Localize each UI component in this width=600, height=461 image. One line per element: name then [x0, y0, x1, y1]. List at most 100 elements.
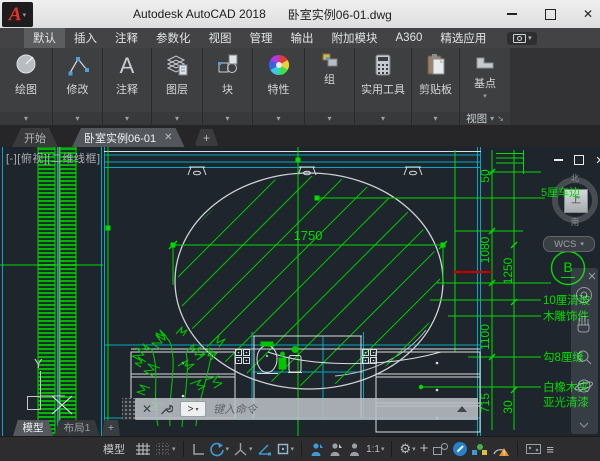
ribbon-tab-addins[interactable]: 附加模块 — [323, 28, 387, 48]
model-tab[interactable]: 模型 — [13, 420, 53, 436]
performance-landscape-icon — [471, 442, 488, 456]
ribbon-tab-parametric[interactable]: 参数化 — [147, 28, 200, 48]
chevron-down-icon: ▾ — [381, 445, 385, 453]
new-drawing-tab-button[interactable]: + — [195, 129, 219, 146]
panel-expander[interactable]: ▾ — [203, 112, 252, 125]
recent-commands-button[interactable]: > ▾ — [180, 401, 206, 417]
draw-button[interactable]: 绘图 — [13, 48, 39, 112]
clipboard-button[interactable]: 剪贴板 — [419, 48, 452, 112]
close-button[interactable]: ✕ — [580, 6, 596, 22]
command-line-bar[interactable]: ✕ > ▾ 键入命令 — [135, 398, 478, 420]
panel-group: 组 ▾ — [305, 48, 355, 125]
minimize-button[interactable] — [504, 6, 520, 22]
object-snap-toggle[interactable]: ▾ — [276, 442, 295, 456]
maximize-button[interactable] — [542, 6, 558, 22]
workspace-switching-button[interactable]: ⚙ ▾ — [399, 441, 415, 457]
panel-modify: 修改 ▾ — [53, 48, 103, 125]
base-point-button[interactable]: 基点 ▾ — [473, 48, 497, 112]
utilities-button[interactable]: 实用工具 — [361, 48, 405, 112]
command-line[interactable]: ✕ > ▾ 键入命令 — [122, 398, 478, 420]
command-line-grip[interactable] — [122, 398, 135, 420]
panel-expander[interactable]: ▾ — [253, 112, 304, 125]
viewport-controls[interactable]: [-][俯视][二维线框] — [6, 150, 101, 166]
navigation-bar-icons — [571, 268, 598, 434]
view-panel-title-bar[interactable]: 视图 ▾ ↘ — [460, 112, 510, 125]
viewcube-south-label[interactable]: 南 — [571, 216, 580, 228]
annotation-visibility-toggle[interactable] — [309, 442, 324, 457]
app-menu-button[interactable]: A ▾ — [2, 2, 33, 27]
panel-expander[interactable]: ▾ — [412, 112, 459, 125]
ribbon-tab-annotate[interactable]: 注释 — [106, 28, 147, 48]
dimension-1750: 1750 — [169, 228, 447, 285]
hardware-acceleration-icon — [453, 442, 467, 456]
dialog-launcher-icon[interactable]: ↘ — [497, 114, 504, 123]
panel-expander[interactable]: ▾ — [53, 112, 102, 125]
annotate-button[interactable]: A 注释 — [114, 48, 140, 112]
isolate-objects-button[interactable] — [432, 442, 449, 456]
ribbon-tab-view[interactable]: 视图 — [200, 28, 241, 48]
snap-mode-toggle[interactable]: ▾ — [155, 442, 176, 456]
layout1-tab[interactable]: 布局1 — [54, 420, 100, 436]
properties-wheel-icon — [266, 51, 292, 79]
navigation-bar[interactable] — [571, 268, 598, 434]
close-icon[interactable]: ✕ — [142, 402, 152, 416]
viewcube[interactable]: 北 南 上 — [549, 174, 600, 226]
doc-minimize-button[interactable] — [552, 154, 564, 166]
new-layout-button[interactable]: + — [102, 420, 120, 436]
annotation-scale-button[interactable]: 1:1 ▾ — [366, 444, 384, 455]
modify-button[interactable]: 修改 — [65, 48, 91, 112]
panel-expander[interactable]: ▾ — [0, 112, 52, 125]
ribbon-tab-insert[interactable]: 插入 — [65, 28, 106, 48]
ceiling-spotlights — [188, 167, 422, 175]
zoom-icon — [578, 351, 591, 364]
ribbon-tab-a360[interactable]: A360 — [387, 28, 432, 48]
block-button[interactable]: 块 — [215, 48, 241, 112]
file-tab-document[interactable]: 卧室实例06-01 ✕ — [72, 128, 185, 147]
file-tab-start[interactable]: 开始 — [12, 128, 58, 147]
ortho-toggle[interactable] — [191, 442, 205, 456]
plus-icon: + — [420, 444, 429, 454]
ribbon-tab-manage[interactable]: 管理 — [241, 28, 282, 48]
graphics-performance-button[interactable] — [471, 442, 488, 456]
ribbon-tab-featured-apps[interactable]: 精选应用 — [431, 28, 495, 48]
draw-circle-icon — [13, 51, 39, 79]
clean-screen-button[interactable] — [525, 442, 542, 456]
hardware-acceleration-button[interactable] — [453, 442, 467, 456]
ribbon-tab-default[interactable]: 默认 — [24, 28, 65, 48]
ribbon-tab-output[interactable]: 输出 — [282, 28, 323, 48]
close-icon[interactable]: ✕ — [164, 132, 172, 143]
autoscale-annotations-toggle[interactable] — [328, 442, 343, 457]
gear-icon: ⚙ — [399, 441, 411, 457]
panel-expander[interactable]: ▾ — [152, 112, 202, 125]
isometric-drafting-toggle[interactable]: ▾ — [233, 442, 253, 456]
graphics-warning-button[interactable] — [492, 442, 510, 457]
group-button[interactable]: 组 — [321, 48, 339, 112]
doc-close-button[interactable]: ✕ — [594, 154, 600, 166]
panel-expander[interactable]: ▾ — [103, 112, 151, 125]
properties-button[interactable]: 特性 — [266, 48, 292, 112]
grid-display-toggle[interactable] — [135, 442, 151, 456]
annotation-scale-sync-toggle[interactable] — [347, 442, 362, 457]
panel-expander[interactable]: ▾ — [305, 112, 354, 125]
command-input-placeholder[interactable]: 键入命令 — [213, 401, 257, 417]
mirror-hatch — [0, 147, 600, 436]
object-snap-tracking-toggle[interactable] — [257, 442, 272, 456]
panel-expander[interactable]: ▾ — [355, 112, 411, 125]
pan-hand-icon — [578, 316, 589, 332]
customize-wrench-icon[interactable] — [159, 402, 173, 416]
layers-button[interactable]: 图层 — [164, 48, 190, 112]
media-browser-button[interactable]: ▾ — [507, 32, 537, 45]
polar-tracking-toggle[interactable]: ▾ — [209, 442, 230, 457]
annotation-person2-gray-icon — [347, 442, 362, 457]
customization-menu-button[interactable]: ≡ — [546, 442, 554, 457]
app-name: Autodesk AutoCAD 2018 — [133, 7, 266, 21]
annotation-monitor-button[interactable]: + — [420, 444, 429, 454]
file-tab-bar: 开始 卧室实例06-01 ✕ + — [0, 125, 600, 147]
wcs-dropdown[interactable]: WCS ▾ — [543, 236, 595, 252]
viewcube-north-label[interactable]: 北 — [571, 172, 580, 184]
dimension-texts: 50 1080 1250 1100 715 30 — [478, 169, 515, 414]
doc-restore-button[interactable] — [573, 154, 585, 166]
drawing-canvas[interactable]: 1750 — [0, 147, 600, 436]
status-model-label[interactable]: 模型 — [103, 441, 125, 457]
expand-history-arrow[interactable] — [457, 406, 467, 412]
